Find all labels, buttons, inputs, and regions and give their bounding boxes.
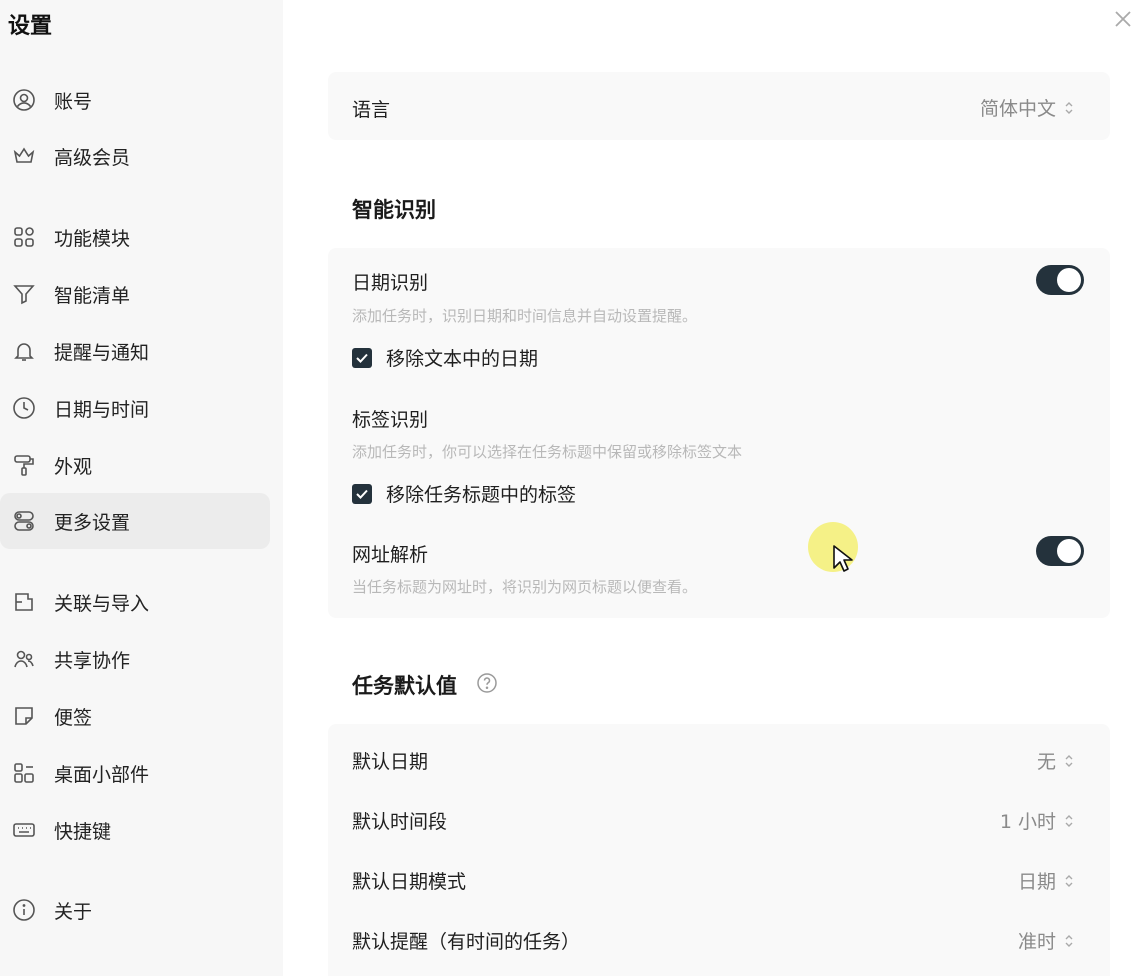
language-select[interactable]: 简体中文	[980, 94, 1074, 121]
toggle-knob	[1057, 268, 1081, 292]
tag-recognition-desc: 添加任务时，你可以选择在任务标题中保留或移除标签文本	[352, 443, 743, 461]
language-panel: 语言 简体中文	[328, 72, 1110, 140]
default-date-label: 默认日期	[352, 751, 429, 773]
paint-roller-icon	[12, 453, 36, 477]
sidebar-item-date-time[interactable]: 日期与时间	[0, 380, 270, 436]
task-defaults-panel: 默认日期 无 默认时间段 1 小时 默认日期模式 日期 默认提醒（有时间的任务）…	[328, 724, 1110, 976]
close-button[interactable]	[1112, 8, 1134, 30]
sidebar-item-label: 外观	[54, 455, 93, 478]
mouse-cursor-icon	[833, 545, 853, 572]
default-date-select[interactable]: 无	[1037, 747, 1074, 774]
sidebar-item-account[interactable]: 账号	[0, 72, 270, 128]
filter-icon	[12, 282, 36, 306]
date-recognition-toggle[interactable]	[1036, 265, 1084, 295]
sidebar-item-label: 关联与导入	[54, 592, 150, 615]
clock-icon	[12, 396, 36, 420]
remove-tag-label: 移除任务标题中的标签	[386, 484, 577, 506]
url-parsing-desc: 当任务标题为网址时，将识别为网页标题以便查看。	[352, 578, 698, 596]
remove-tag-checkbox[interactable]	[352, 483, 372, 504]
default-reminder-value: 准时	[1017, 931, 1056, 953]
keyboard-icon	[12, 818, 36, 842]
url-parsing-toggle[interactable]	[1036, 536, 1084, 566]
check-icon	[356, 489, 368, 499]
sidebar-item-widgets[interactable]: 桌面小部件	[0, 745, 270, 801]
default-date-mode-label: 默认日期模式	[352, 871, 467, 893]
date-recognition-desc: 添加任务时，识别日期和时间信息并自动设置提醒。	[352, 307, 698, 325]
default-duration-select[interactable]: 1 小时	[1000, 807, 1074, 834]
toggles-icon	[12, 509, 36, 533]
grid-icon	[12, 225, 36, 249]
sidebar-item-smart-lists[interactable]: 智能清单	[0, 266, 270, 322]
sidebar-item-label: 智能清单	[54, 284, 131, 307]
toggle-knob	[1057, 539, 1081, 563]
up-down-chevron-icon	[1065, 754, 1073, 767]
bell-icon	[12, 339, 36, 363]
sidebar-item-notifications[interactable]: 提醒与通知	[0, 323, 270, 379]
default-reminder-select[interactable]: 准时	[1018, 927, 1074, 954]
remove-tag-checkbox-row[interactable]: 移除任务标题中的标签	[352, 480, 576, 507]
default-date-value: 无	[1036, 751, 1056, 773]
sidebar-item-label: 高级会员	[54, 146, 131, 169]
sidebar-item-label: 更多设置	[54, 511, 131, 534]
url-parsing-label: 网址解析	[352, 544, 429, 566]
smart-recognition-panel: 日期识别 添加任务时，识别日期和时间信息并自动设置提醒。 移除文本中的日期 标签…	[328, 248, 1110, 618]
sidebar-item-label: 便签	[54, 706, 93, 729]
sidebar-item-about[interactable]: 关于	[0, 882, 270, 938]
user-circle-icon	[12, 88, 36, 112]
language-label: 语言	[352, 99, 391, 121]
section-title-task-defaults: 任务默认值	[352, 674, 457, 698]
sidebar-item-premium[interactable]: 高级会员	[0, 128, 270, 184]
people-icon	[12, 647, 36, 671]
sidebar-item-label: 桌面小部件	[54, 763, 150, 786]
sidebar-item-label: 提醒与通知	[54, 341, 150, 364]
crown-icon	[12, 144, 36, 168]
up-down-chevron-icon	[1065, 874, 1073, 887]
sidebar-item-label: 快捷键	[54, 820, 112, 843]
sidebar-item-label: 共享协作	[54, 649, 131, 672]
sidebar-item-modules[interactable]: 功能模块	[0, 209, 270, 265]
sidebar-item-more-settings[interactable]: 更多设置	[0, 493, 270, 549]
up-down-chevron-icon	[1065, 101, 1073, 114]
sidebar: 设置 账号 高级会员 功能模块 智能清单 提醒与通知 日期与时间 外观 更多设置…	[0, 0, 283, 976]
remove-date-checkbox-row[interactable]: 移除文本中的日期	[352, 344, 538, 371]
sidebar-item-label: 关于	[54, 900, 93, 923]
default-duration-value: 1 小时	[999, 811, 1056, 833]
default-date-mode-select[interactable]: 日期	[1018, 867, 1074, 894]
sidebar-item-label: 功能模块	[54, 227, 131, 250]
date-recognition-label: 日期识别	[352, 272, 429, 294]
sidebar-item-label: 账号	[54, 90, 93, 113]
remove-date-label: 移除文本中的日期	[386, 348, 539, 370]
sidebar-item-label: 日期与时间	[54, 398, 150, 421]
import-icon	[12, 590, 36, 614]
tag-recognition-label: 标签识别	[352, 409, 429, 431]
check-icon	[356, 353, 368, 363]
page-title: 设置	[8, 14, 53, 39]
default-duration-label: 默认时间段	[352, 811, 448, 833]
sidebar-item-appearance[interactable]: 外观	[0, 437, 270, 493]
note-icon	[12, 704, 36, 728]
section-title-smart-recognition: 智能识别	[352, 198, 436, 222]
language-value: 简体中文	[979, 98, 1056, 120]
help-icon[interactable]	[476, 672, 498, 694]
sidebar-item-integrations[interactable]: 关联与导入	[0, 574, 270, 630]
default-date-mode-value: 日期	[1017, 871, 1056, 893]
default-reminder-label: 默认提醒（有时间的任务）	[352, 931, 581, 953]
remove-date-checkbox[interactable]	[352, 347, 372, 368]
close-icon	[1115, 11, 1131, 27]
sidebar-item-collaboration[interactable]: 共享协作	[0, 631, 270, 687]
up-down-chevron-icon	[1065, 814, 1073, 827]
sidebar-item-sticky-notes[interactable]: 便签	[0, 688, 270, 744]
sidebar-item-shortcuts[interactable]: 快捷键	[0, 802, 270, 858]
up-down-chevron-icon	[1065, 934, 1073, 947]
info-icon	[12, 898, 36, 922]
widget-icon	[12, 761, 36, 785]
